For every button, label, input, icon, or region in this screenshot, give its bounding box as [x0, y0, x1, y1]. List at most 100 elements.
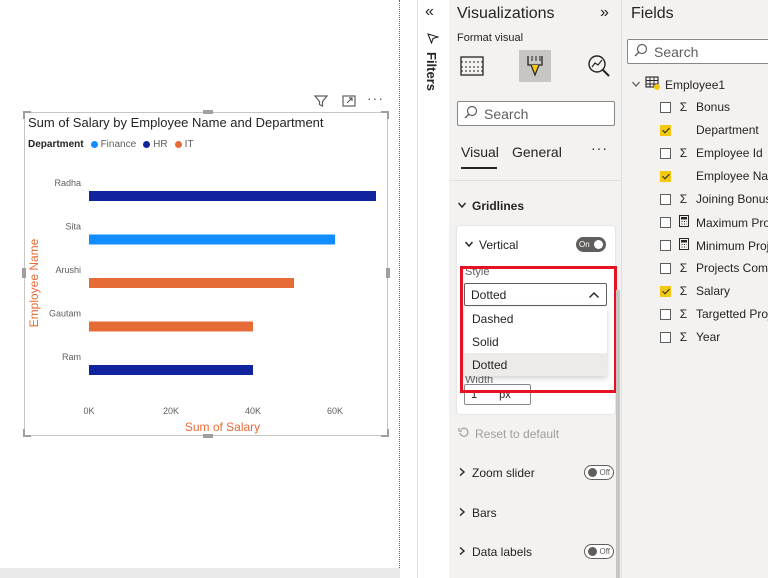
resize-handle[interactable]: [381, 111, 389, 119]
field-checkbox[interactable]: [660, 331, 671, 343]
legend-item-finance[interactable]: Finance: [90, 139, 136, 150]
field-item[interactable]: Σ Projects Completed: [660, 261, 768, 275]
field-checkbox[interactable]: [660, 262, 671, 274]
field-checkbox[interactable]: [660, 170, 671, 182]
field-label: Department: [696, 123, 759, 137]
sigma-icon: Σ: [679, 146, 688, 160]
field-item[interactable]: Σ Bonus: [660, 100, 730, 114]
zoom-slider-toggle[interactable]: Off: [584, 465, 614, 480]
chevron-right-icon: [457, 545, 467, 559]
field-item[interactable]: Maximum Projects: [660, 215, 768, 230]
field-item[interactable]: Σ Salary: [660, 284, 730, 298]
y-tick-label: Arushi: [55, 265, 81, 275]
zoom-slider-section-header[interactable]: Zoom slider: [457, 466, 535, 480]
x-axis-title: Sum of Salary: [185, 420, 260, 434]
legend-dot: [90, 141, 98, 148]
field-label: Year: [696, 330, 721, 344]
field-label: Projects Completed: [696, 261, 768, 275]
bars-section-header[interactable]: Bars: [457, 506, 497, 520]
field-item[interactable]: Σ Joining Bonus: [660, 192, 768, 206]
field-label: Joining Bonus: [696, 192, 768, 206]
field-item[interactable]: Σ Year: [660, 330, 720, 344]
field-item[interactable]: Σ Targetted Projects: [660, 307, 768, 321]
y-tick-label: Sita: [65, 222, 81, 232]
legend-label: IT: [184, 139, 194, 150]
resize-handle[interactable]: [203, 110, 213, 114]
section-label: Bars: [472, 506, 497, 520]
focus-mode-icon[interactable]: [341, 93, 357, 112]
field-checkbox[interactable]: [660, 193, 671, 205]
x-tick-label: 20K: [163, 406, 179, 416]
field-checkbox[interactable]: [660, 101, 671, 113]
tab-general[interactable]: General: [512, 144, 562, 160]
toggle-knob: [594, 240, 603, 249]
sigma-icon: Σ: [679, 192, 688, 206]
format-visual-icon[interactable]: [519, 50, 551, 82]
fields-search-input[interactable]: Search: [627, 39, 768, 64]
analytics-icon[interactable]: [583, 50, 615, 82]
vertical-subsection-header[interactable]: Vertical: [464, 238, 518, 252]
field-label: Salary: [696, 284, 731, 298]
field-checkbox[interactable]: [660, 240, 671, 251]
more-tabs-icon[interactable]: ···: [591, 140, 608, 156]
build-visual-icon[interactable]: [456, 50, 488, 82]
field-item[interactable]: Department: [660, 123, 759, 137]
bar[interactable]: [89, 278, 294, 288]
sigma-icon: Σ: [679, 261, 688, 275]
table-node-employee1[interactable]: Employee1: [631, 76, 725, 93]
toggle-state: Off: [599, 468, 610, 477]
gridlines-section-header[interactable]: Gridlines: [457, 199, 524, 213]
search-placeholder: Search: [484, 105, 529, 122]
field-checkbox[interactable]: [660, 217, 671, 228]
bar[interactable]: [89, 234, 335, 245]
field-item[interactable]: Employee Name: [660, 169, 768, 183]
vertical-gridlines-toggle[interactable]: On: [576, 237, 606, 252]
y-axis-title: Employee Name: [27, 238, 41, 327]
field-checkbox[interactable]: [660, 147, 671, 159]
field-item[interactable]: Σ Employee Id: [660, 146, 763, 160]
data-labels-section-header[interactable]: Data labels: [457, 545, 532, 559]
collapse-filters-icon[interactable]: «: [425, 3, 434, 21]
section-label: Zoom slider: [472, 466, 535, 480]
legend-item-it[interactable]: IT: [174, 139, 194, 150]
field-checkbox[interactable]: [660, 285, 671, 297]
reset-icon: [458, 426, 470, 441]
sigma-icon: Σ: [679, 330, 688, 344]
x-tick-label: 40K: [245, 406, 261, 416]
more-options-icon[interactable]: ···: [367, 90, 384, 106]
viz-pane-scrollbar[interactable]: [616, 290, 620, 578]
legend-item-hr[interactable]: HR: [143, 139, 168, 150]
field-label: Targetted Projects: [696, 307, 768, 321]
reset-to-default-button[interactable]: Reset to default: [458, 426, 559, 441]
subsection-label: Vertical: [479, 238, 519, 252]
collapse-visualizations-icon[interactable]: »: [600, 4, 609, 22]
bar[interactable]: [89, 191, 376, 201]
red-highlight-annotation: [460, 266, 617, 393]
bar[interactable]: [89, 365, 253, 375]
filter-icon[interactable]: [313, 93, 329, 112]
chevron-down-icon: [631, 78, 641, 92]
divider: [449, 180, 621, 181]
filters-pane-label[interactable]: Filters: [424, 52, 439, 91]
chevron-down-icon: [464, 238, 474, 252]
table-icon: [645, 76, 661, 93]
tab-visual[interactable]: Visual: [461, 144, 499, 160]
format-visual-label: Format visual: [457, 32, 524, 44]
canvas-scroll-area: [0, 568, 400, 578]
field-checkbox[interactable]: [660, 308, 671, 320]
toggle-knob: [588, 468, 597, 477]
field-item[interactable]: Minimum Projects: [660, 238, 768, 253]
viz-search-input[interactable]: Search: [457, 101, 615, 126]
chevron-right-icon: [457, 466, 467, 480]
sigma-icon: Σ: [679, 307, 688, 321]
toggle-state: On: [579, 240, 590, 249]
table-name: Employee1: [665, 77, 726, 92]
bar[interactable]: [89, 321, 253, 332]
y-tick-label: Ram: [62, 352, 81, 362]
filter-icon[interactable]: [427, 32, 440, 47]
field-checkbox[interactable]: [660, 124, 671, 136]
data-labels-toggle[interactable]: Off: [584, 544, 614, 559]
visualizations-title: Visualizations: [457, 5, 555, 22]
x-tick-label: 60K: [327, 406, 343, 416]
legend-dot: [174, 141, 182, 148]
